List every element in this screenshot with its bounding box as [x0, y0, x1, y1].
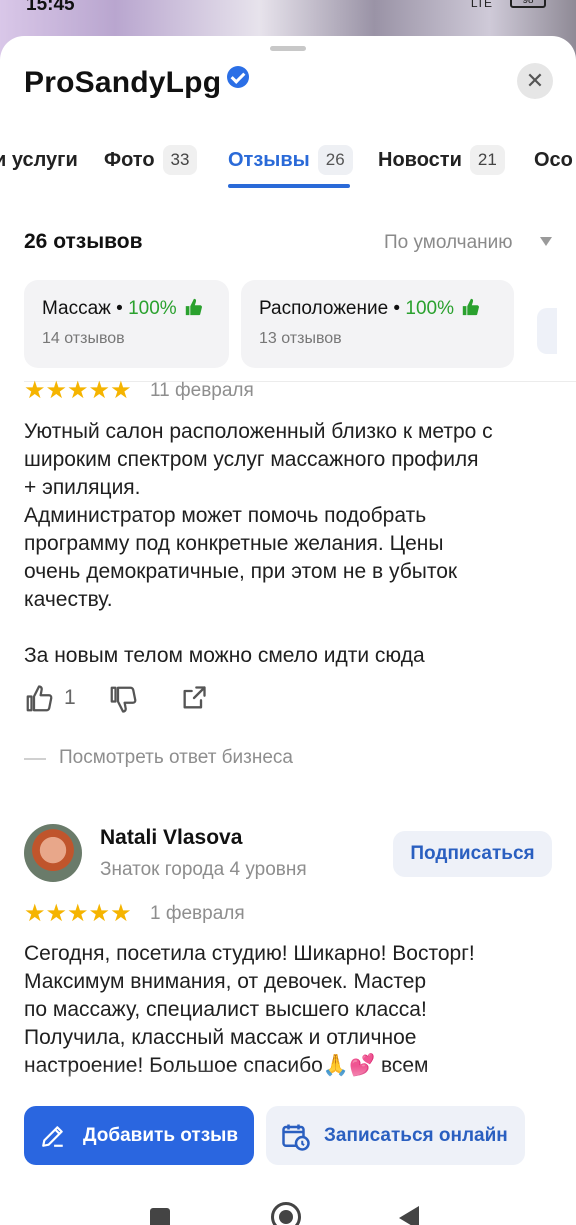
- author-level: Знаток города 4 уровня: [100, 859, 307, 880]
- book-online-button[interactable]: Записаться онлайн: [266, 1106, 525, 1165]
- aspect-title: Расположение • 100%: [259, 298, 496, 320]
- aspect-subtitle: 14 отзывов: [42, 330, 125, 347]
- aspect-title: Массаж • 100%: [42, 298, 211, 320]
- subscribe-button[interactable]: Подписаться: [393, 831, 552, 877]
- back-icon[interactable]: [399, 1206, 419, 1225]
- tab-count: 21: [469, 145, 505, 175]
- aspect-name: Массаж: [42, 298, 111, 319]
- add-review-button[interactable]: Добавить отзыв: [24, 1106, 254, 1165]
- thumbs-up-icon: [463, 298, 480, 316]
- sheet-grabber[interactable]: [270, 46, 306, 51]
- network-indicator: LTE: [470, 0, 492, 10]
- aspect-card-location[interactable]: Расположение • 100% 13 отзывов: [241, 280, 514, 368]
- review-date: 1 февраля: [150, 903, 245, 924]
- bottom-sheet: ProSandyLpg ✕ и услуги Фото 33 Отзывы 26 Н…: [0, 36, 576, 1225]
- business-name: ProSandyLpg: [24, 66, 222, 99]
- like-count: 1: [64, 686, 76, 709]
- tab-features[interactable]: Осо: [534, 142, 573, 178]
- tab-services[interactable]: и услуги: [0, 142, 78, 178]
- rating-stars: ★★★★★: [24, 900, 132, 927]
- review-author[interactable]: Natali Vlasova: [100, 826, 242, 850]
- aspect-subtitle: 13 отзывов: [259, 330, 342, 347]
- close-button[interactable]: ✕: [517, 63, 553, 99]
- thumbs-up-icon[interactable]: [24, 684, 54, 714]
- review-date: 11 февраля: [150, 380, 254, 401]
- status-time: 15:45: [26, 0, 75, 15]
- book-online-label: Записаться онлайн: [324, 1125, 508, 1146]
- share-icon[interactable]: [180, 684, 208, 712]
- close-icon: ✕: [525, 68, 545, 93]
- aspect-percent: 100%: [128, 298, 177, 319]
- tab-bar: и услуги Фото 33 Отзывы 26 Новости 21 Осо: [0, 142, 576, 190]
- thumbs-down-icon[interactable]: [108, 684, 138, 714]
- tab-count: 33: [162, 145, 198, 175]
- tab-label: Отзывы: [228, 149, 310, 171]
- aspect-card-massage[interactable]: Массаж • 100% 14 отзывов: [24, 280, 229, 368]
- aspect-percent: 100%: [405, 298, 454, 319]
- battery-icon: 98: [510, 0, 546, 8]
- tab-label: Фото: [104, 149, 155, 171]
- home-icon[interactable]: [271, 1202, 301, 1225]
- view-business-reply-link[interactable]: Посмотреть ответ бизнеса: [59, 747, 293, 769]
- system-navigation-bar: [0, 1194, 576, 1225]
- verified-icon: [227, 66, 250, 88]
- active-tab-indicator: [228, 184, 350, 188]
- reviews-count-heading: 26 отзывов: [24, 230, 143, 253]
- pencil-icon: [42, 1126, 63, 1147]
- chevron-down-icon[interactable]: [540, 237, 552, 246]
- tab-label: и услуги: [0, 149, 78, 171]
- tab-label: Новости: [378, 149, 462, 171]
- tab-reviews[interactable]: Отзывы 26: [228, 142, 353, 178]
- avatar[interactable]: [24, 824, 82, 882]
- aspect-name: Расположение: [259, 298, 389, 319]
- rating-stars: ★★★★★: [24, 377, 132, 404]
- thumbs-up-icon: [185, 298, 202, 316]
- tab-count: 26: [317, 145, 353, 175]
- add-review-label: Добавить отзыв: [83, 1125, 239, 1146]
- recent-apps-icon[interactable]: [150, 1208, 170, 1225]
- tab-photos[interactable]: Фото 33: [104, 142, 198, 178]
- sort-dropdown[interactable]: По умолчанию: [384, 232, 513, 254]
- scroll-fade: [0, 1066, 576, 1102]
- tab-label: Осо: [534, 149, 573, 171]
- reply-indent-line: [24, 758, 46, 760]
- aspect-card-partial[interactable]: [537, 308, 557, 354]
- calendar-clock-icon: [282, 1124, 310, 1151]
- tab-news[interactable]: Новости 21: [378, 142, 505, 178]
- business-title: ProSandyLpg: [24, 66, 250, 100]
- review-text: Уютный салон расположенный близко к метр…: [24, 420, 493, 667]
